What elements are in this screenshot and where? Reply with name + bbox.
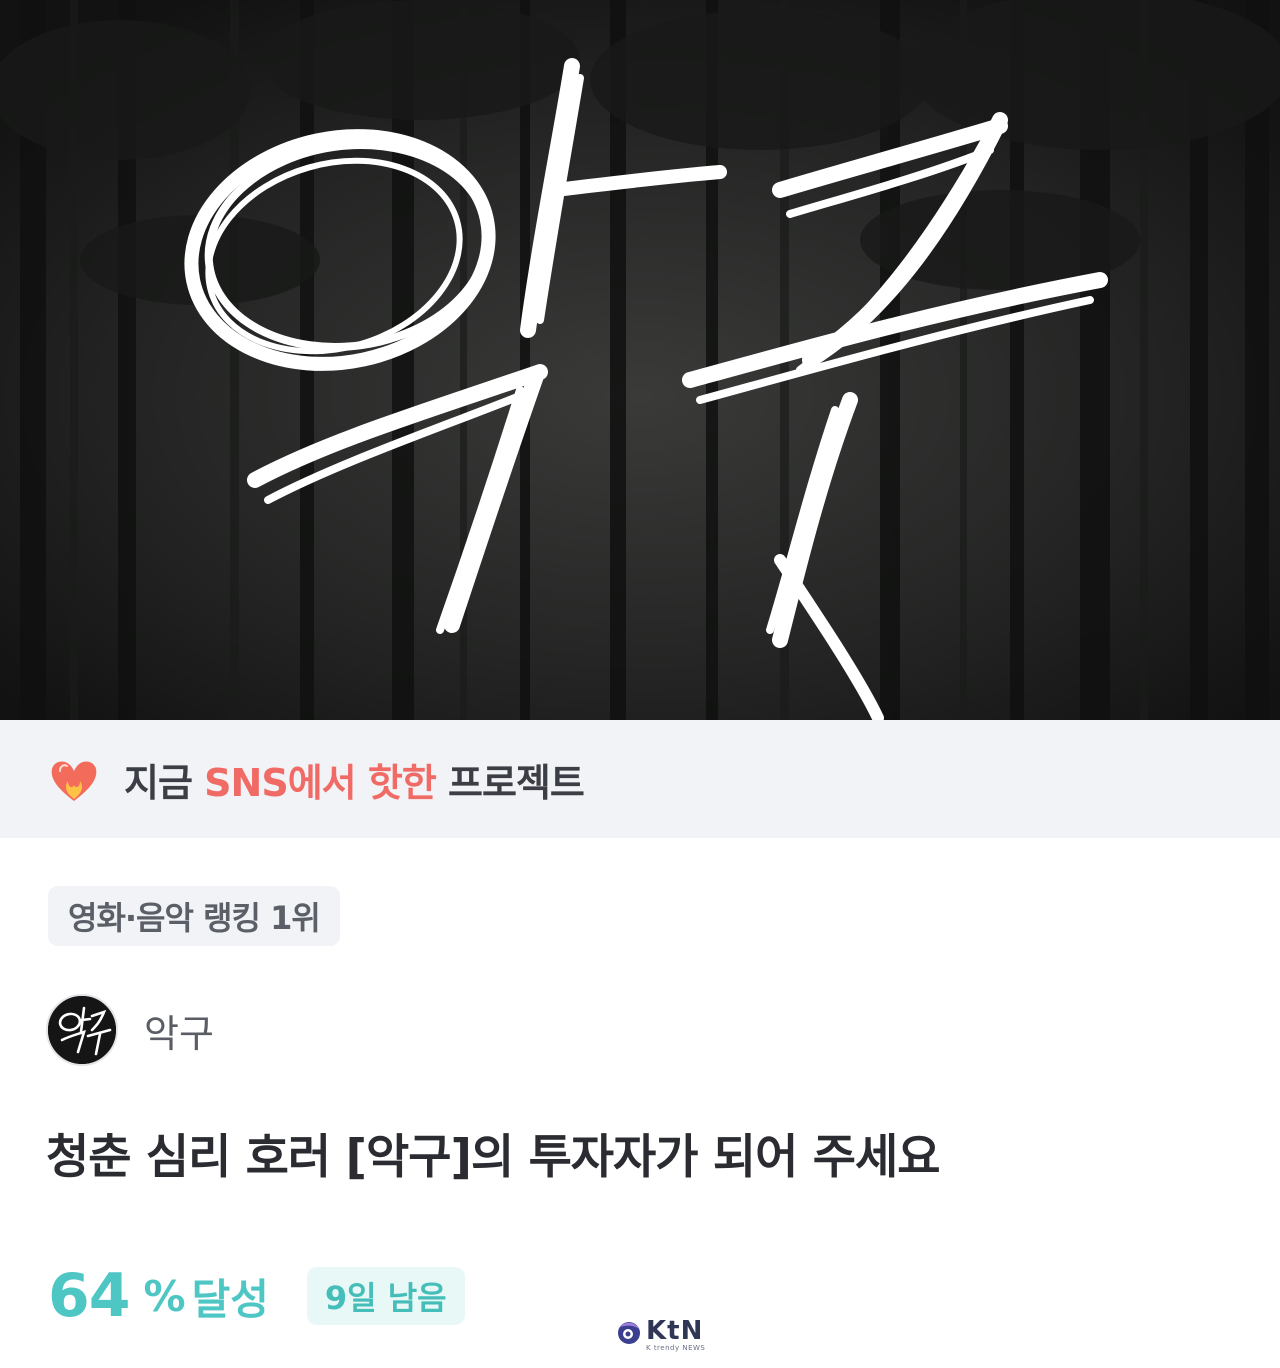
days-left-badge: 9일 남음 <box>306 1267 465 1325</box>
watermark-tagline: K trendy NEWS <box>646 1344 706 1352</box>
ranking-badge[interactable]: 영화·음악 랭킹 1위 <box>48 886 340 946</box>
project-title: 청춘 심리 호러 [악구]의 투자자가 되어 주세요 <box>46 1130 940 1185</box>
hot-banner-text: 지금 SNS에서 핫한 프로젝트 <box>124 760 585 805</box>
progress-percent-unit: % <box>143 1271 186 1321</box>
heart-on-fire-icon <box>46 751 102 807</box>
funding-progress: 64 % 달성 9일 남음 <box>48 1258 465 1334</box>
progress-label: 달성 <box>191 1274 269 1324</box>
watermark-brand: KtN <box>646 1316 704 1346</box>
hero-image <box>0 0 1280 720</box>
hot-banner-accent-hot: 핫한 <box>367 760 437 805</box>
creator-name[interactable]: 악구 <box>144 1003 214 1058</box>
hot-banner-accent-sns: SNS <box>204 760 289 805</box>
watermark: KtN K trendy NEWS <box>614 1318 705 1352</box>
creator-row[interactable]: 악구 <box>46 994 214 1066</box>
ktn-logo-icon <box>614 1319 642 1351</box>
progress-percent: 64 <box>48 1261 130 1331</box>
forest-background <box>0 0 1280 720</box>
hot-project-banner: 지금 SNS에서 핫한 프로젝트 <box>0 720 1280 838</box>
creator-avatar[interactable] <box>46 994 118 1066</box>
